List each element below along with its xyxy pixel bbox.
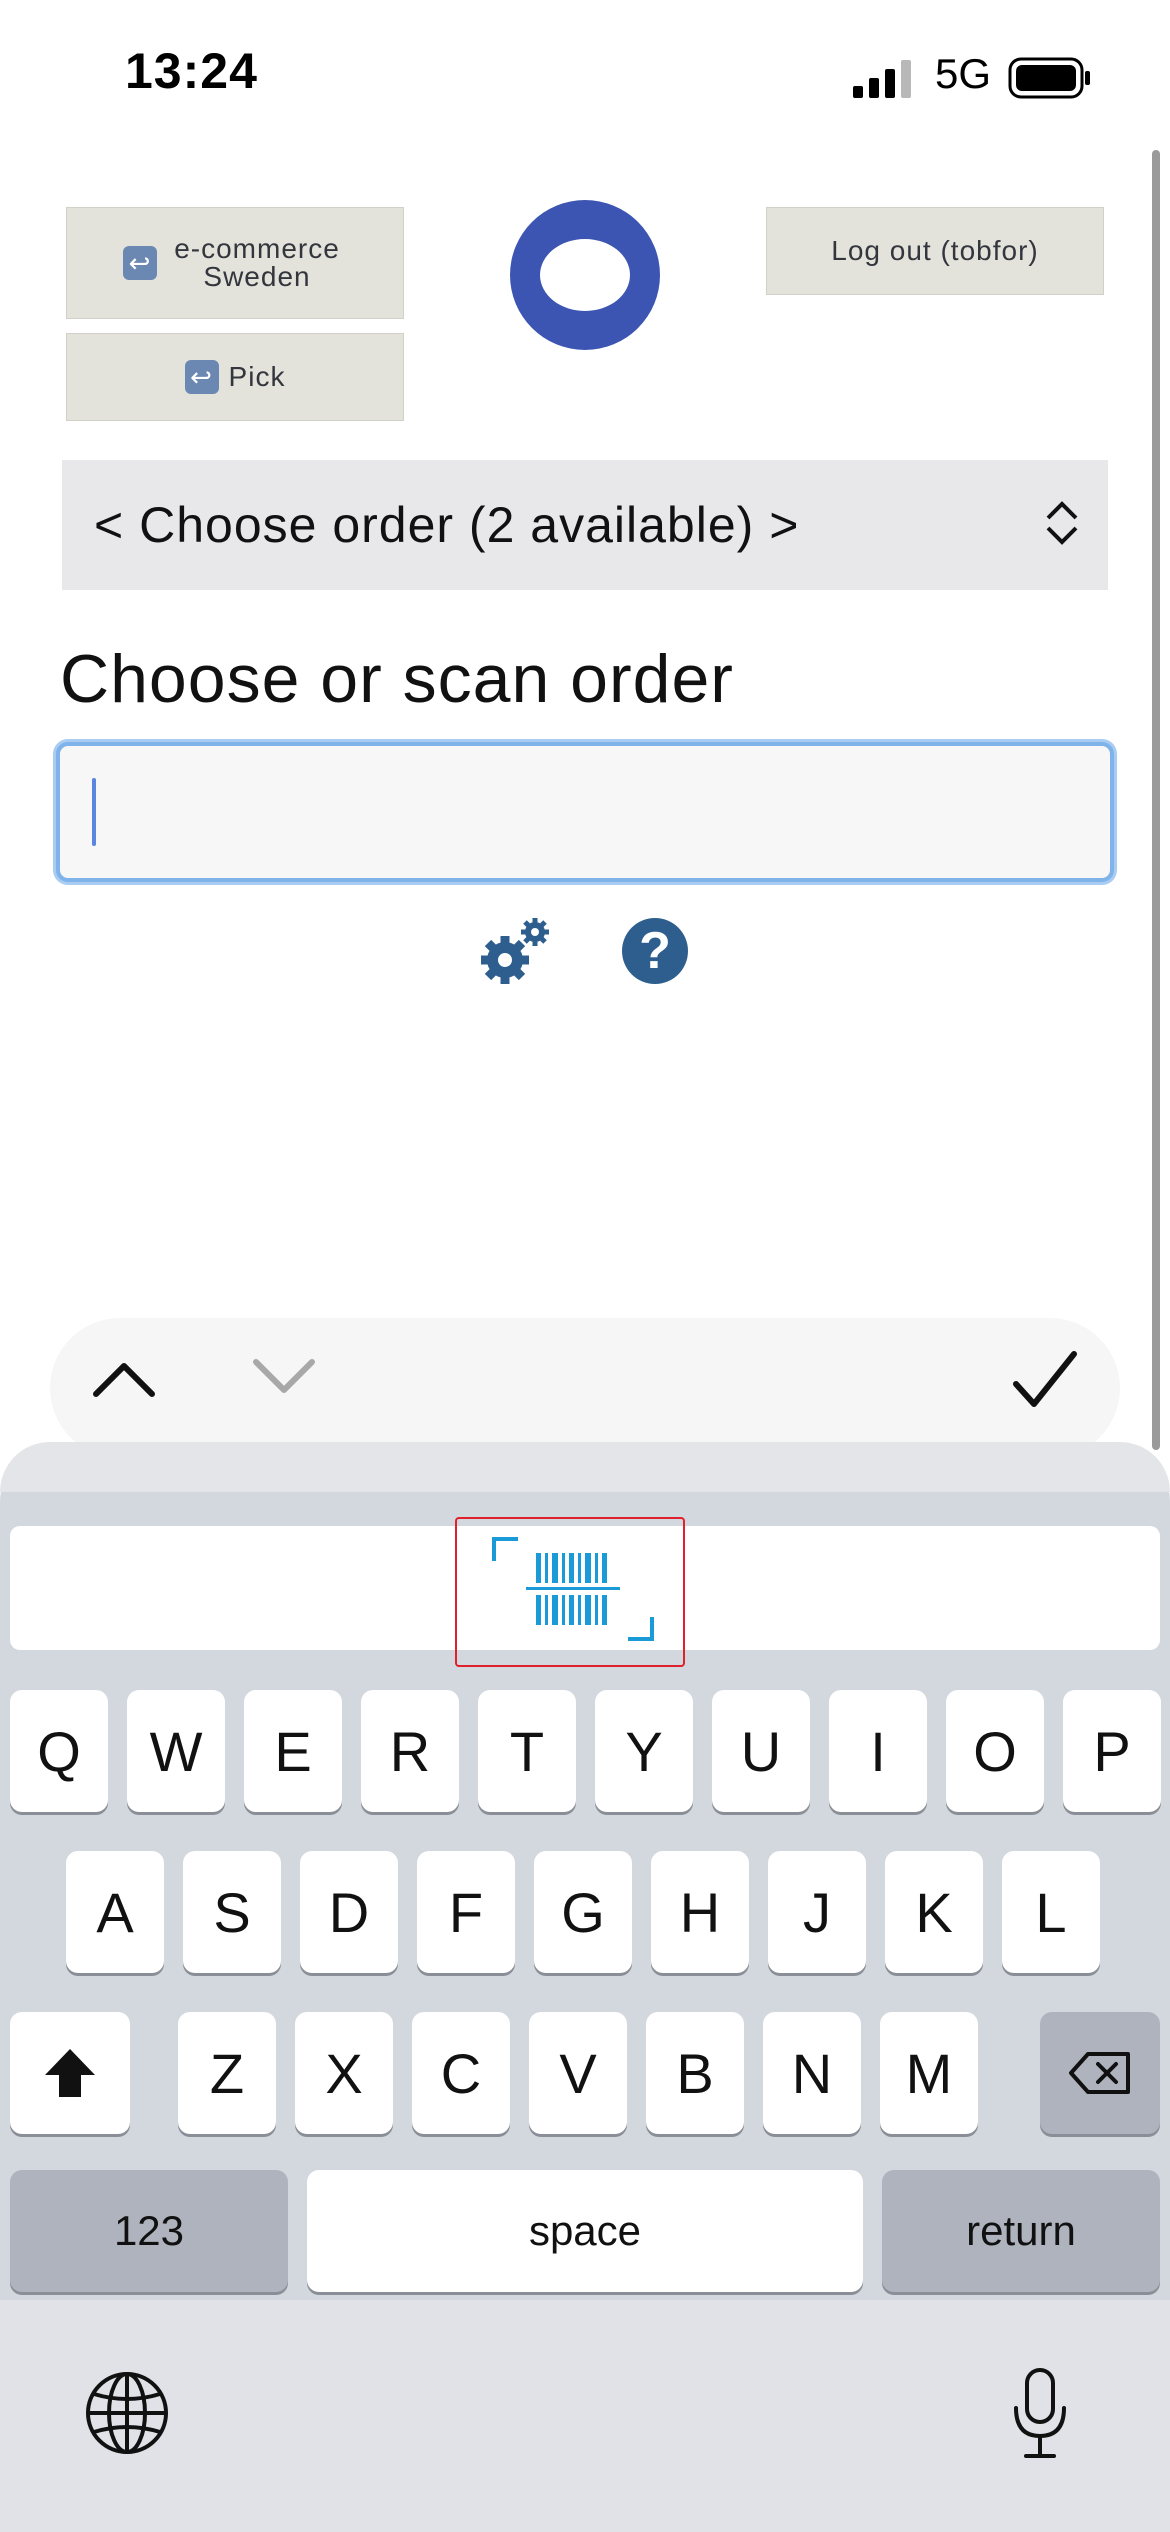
status-time: 13:24: [125, 43, 258, 99]
key[interactable]: P: [1063, 1690, 1161, 1812]
logo-ring-icon: [510, 200, 660, 350]
logout-label: Log out (tobfor): [831, 235, 1039, 266]
key[interactable]: J: [768, 1851, 866, 1973]
key[interactable]: R: [361, 1690, 459, 1812]
globe-icon[interactable]: [84, 2370, 170, 2456]
numbers-key[interactable]: 123: [10, 2170, 288, 2292]
key[interactable]: F: [417, 1851, 515, 1973]
network-type: 5G: [935, 50, 992, 97]
chevron-down-icon[interactable]: [252, 1358, 316, 1398]
key[interactable]: V: [529, 2012, 627, 2134]
question-icon[interactable]: ?: [622, 918, 688, 984]
back-ecommerce-button[interactable]: ↩ e-commerce Sweden: [66, 207, 404, 319]
key[interactable]: Z: [178, 2012, 276, 2134]
key[interactable]: C: [412, 2012, 510, 2134]
signal-icon: [853, 60, 911, 98]
return-arrow-icon: ↩: [184, 360, 219, 394]
logout-button[interactable]: Log out (tobfor): [766, 207, 1104, 295]
backspace-key[interactable]: [1040, 2012, 1160, 2134]
space-key[interactable]: space: [307, 2170, 863, 2292]
battery-icon: [1008, 57, 1090, 99]
back-pick-label: Pick: [228, 361, 286, 392]
key[interactable]: X: [295, 2012, 393, 2134]
text-caret: [92, 778, 96, 846]
order-select[interactable]: < Choose order (2 available) >: [62, 460, 1108, 590]
key[interactable]: E: [244, 1690, 342, 1812]
key[interactable]: S: [183, 1851, 281, 1973]
shift-key[interactable]: [10, 2012, 130, 2134]
back-ecommerce-label: e-commerce Sweden: [174, 233, 340, 292]
key[interactable]: G: [534, 1851, 632, 1973]
keyboard-bottom-area: [0, 2300, 1170, 2532]
key[interactable]: B: [646, 2012, 744, 2134]
select-arrows-icon: [1044, 498, 1080, 550]
key[interactable]: Y: [595, 1690, 693, 1812]
key[interactable]: I: [829, 1690, 927, 1812]
key[interactable]: L: [1002, 1851, 1100, 1973]
key[interactable]: M: [880, 2012, 978, 2134]
key[interactable]: K: [885, 1851, 983, 1973]
order-heading: Choose or scan order: [60, 641, 734, 717]
page-scrollbar[interactable]: [1152, 150, 1160, 1450]
key[interactable]: A: [66, 1851, 164, 1973]
return-key[interactable]: return: [882, 2170, 1160, 2292]
key[interactable]: W: [127, 1690, 225, 1812]
back-pick-button[interactable]: ↩ Pick: [66, 333, 404, 421]
key[interactable]: T: [478, 1690, 576, 1812]
key[interactable]: H: [651, 1851, 749, 1973]
gears-icon[interactable]: [475, 912, 555, 992]
order-scan-input[interactable]: [56, 742, 1114, 882]
key[interactable]: N: [763, 2012, 861, 2134]
microphone-icon[interactable]: [1010, 2366, 1070, 2462]
checkmark-icon[interactable]: [1012, 1350, 1078, 1410]
keyboard-accessory-bar: [50, 1318, 1120, 1458]
key[interactable]: D: [300, 1851, 398, 1973]
order-select-value: < Choose order (2 available) >: [94, 497, 800, 553]
key[interactable]: O: [946, 1690, 1044, 1812]
backspace-icon: [1069, 2052, 1130, 2094]
keyboard-top-edge: [0, 1442, 1170, 1492]
key[interactable]: Q: [10, 1690, 108, 1812]
return-arrow-icon: ↩: [123, 246, 157, 280]
scanner-highlight-box: [455, 1517, 685, 1667]
key[interactable]: U: [712, 1690, 810, 1812]
shift-icon: [45, 2049, 95, 2097]
chevron-up-icon[interactable]: [92, 1358, 156, 1398]
